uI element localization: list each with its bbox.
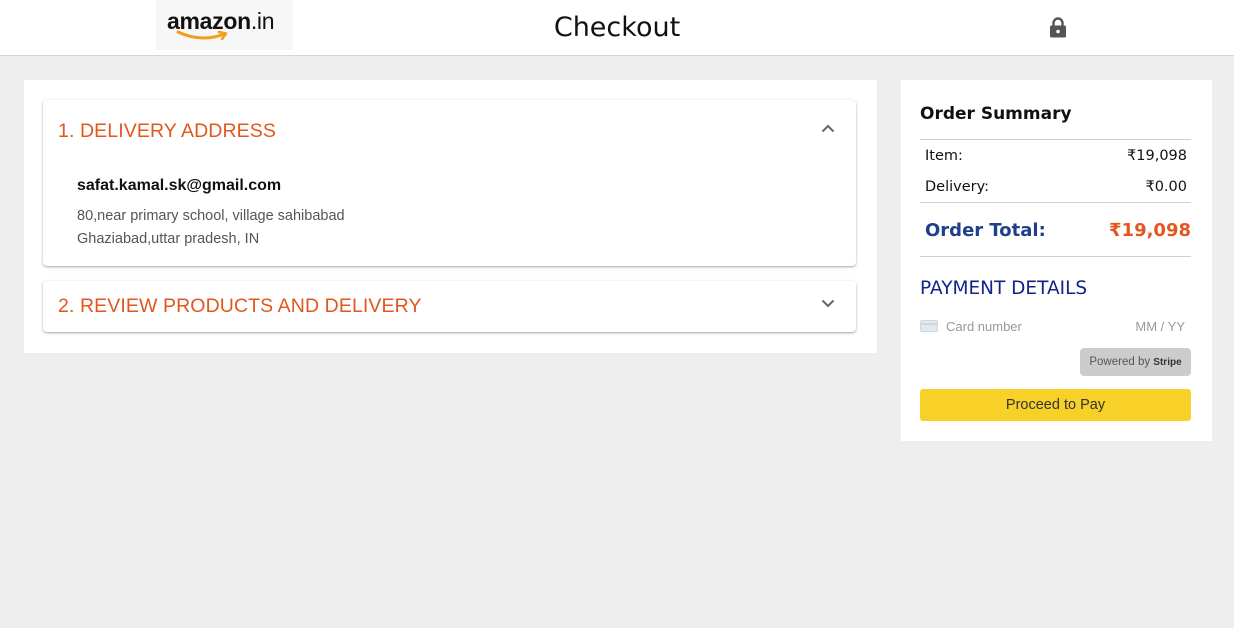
card-expiry-input[interactable]: MM / YY (1135, 319, 1185, 334)
delivery-address-header[interactable]: 1. DELIVERY ADDRESS (58, 120, 276, 143)
delivery-value: ₹0.00 (1145, 179, 1187, 195)
chevron-down-icon[interactable] (821, 299, 835, 308)
order-summary-panel: Order Summary Item: ₹19,098 Delivery: ₹0… (901, 80, 1212, 441)
address-line-2: Ghaziabad,uttar pradesh, IN (77, 231, 260, 247)
delivery-email: safat.kamal.sk@gmail.com (77, 177, 282, 194)
stripe-brand: Stripe (1153, 357, 1182, 368)
review-products-header[interactable]: 2. REVIEW PRODUCTS AND DELIVERY (58, 295, 422, 318)
credit-card-icon (920, 320, 938, 332)
order-summary-title: Order Summary (920, 104, 1072, 124)
proceed-to-pay-button[interactable]: Proceed to Pay (920, 389, 1191, 421)
item-label: Item: (925, 148, 963, 164)
powered-by-stripe-badge[interactable]: Powered by Stripe (1080, 348, 1191, 376)
lock-icon (1050, 17, 1066, 38)
review-products-section[interactable]: 2. REVIEW PRODUCTS AND DELIVERY (43, 281, 856, 332)
payment-details-title: PAYMENT DETAILS (920, 278, 1088, 299)
top-bar: amazon.in Checkout (0, 0, 1234, 56)
divider (920, 139, 1191, 140)
item-value: ₹19,098 (1127, 148, 1187, 164)
delivery-label: Delivery: (925, 179, 990, 195)
chevron-up-icon[interactable] (821, 124, 835, 133)
order-total-label: Order Total: (925, 220, 1046, 241)
order-total-value: ₹19,098 (1109, 220, 1191, 241)
checkout-steps-panel: 1. DELIVERY ADDRESS safat.kamal.sk@gmail… (24, 80, 877, 353)
card-number-input[interactable]: Card number (946, 319, 1022, 334)
divider (920, 202, 1191, 203)
address-line-1: 80,near primary school, village sahibaba… (77, 208, 345, 224)
powered-by-label: Powered by (1089, 356, 1151, 368)
divider (920, 256, 1191, 257)
delivery-address-section: 1. DELIVERY ADDRESS safat.kamal.sk@gmail… (43, 100, 856, 266)
